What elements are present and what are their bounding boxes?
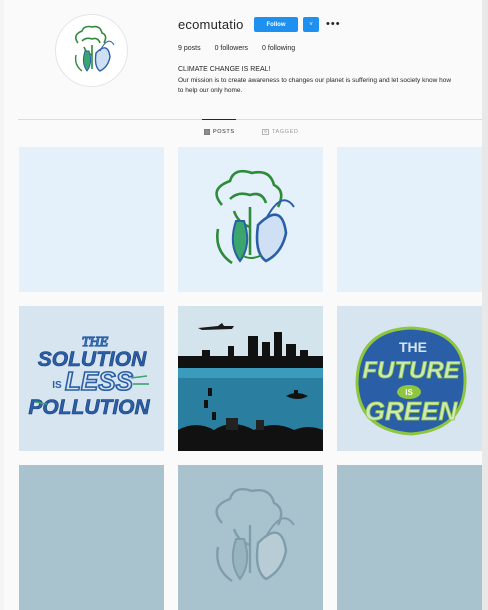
post-7[interactable] — [19, 465, 164, 610]
grid-icon — [204, 129, 210, 135]
poster-word: IS — [52, 380, 62, 391]
post-8[interactable] — [178, 465, 323, 610]
poster-word: GREEN — [365, 396, 459, 426]
bio-text: Our mission is to create awareness to ch… — [178, 77, 452, 94]
ecomutatio-logo-icon — [215, 169, 295, 265]
poster-word: POLLUTION — [28, 396, 150, 419]
followers-count[interactable]: 0 followers — [215, 45, 248, 52]
tag-icon — [262, 129, 269, 135]
ocean-pollution-illustration — [178, 306, 323, 451]
bio-title: CLIMATE CHANGE IS REAL! — [178, 66, 271, 73]
ecomutatio-logo-icon — [74, 25, 114, 72]
poster-word: THE — [399, 339, 427, 355]
follow-button[interactable]: Follow — [254, 17, 298, 32]
username: ecomutatio — [178, 17, 244, 32]
following-count[interactable]: 0 following — [262, 45, 295, 52]
active-tab-indicator — [202, 119, 236, 120]
posts-count: 9 posts — [178, 45, 201, 52]
poster-word: FUTURE — [362, 357, 460, 384]
tab-tagged-label: TAGGED — [272, 129, 299, 135]
tab-posts-label: POSTS — [213, 129, 235, 135]
tab-posts[interactable]: POSTS — [204, 129, 235, 135]
more-icon: ••• — [326, 18, 341, 30]
avatar[interactable] — [55, 14, 128, 87]
tabs-divider — [18, 119, 482, 120]
post-1[interactable] — [19, 147, 164, 292]
post-9[interactable] — [337, 465, 482, 610]
poster-word: LESS — [65, 366, 134, 396]
post-5[interactable] — [178, 306, 323, 451]
suggestions-dropdown-button[interactable]: ˅ — [303, 17, 319, 32]
tab-tagged[interactable]: TAGGED — [262, 129, 298, 135]
more-options-button[interactable]: ••• — [326, 18, 341, 30]
post-6[interactable]: THE FUTURE IS GREEN — [337, 306, 482, 451]
post-2[interactable] — [178, 147, 323, 292]
post-3[interactable] — [337, 147, 482, 292]
ecomutatio-logo-faded-icon — [215, 488, 295, 582]
future-green-poster: THE FUTURE IS GREEN — [355, 326, 467, 436]
post-4[interactable]: THE SOLUTION IS LESS POLLUTION — [19, 306, 164, 451]
solution-poster: THE SOLUTION IS LESS POLLUTION — [28, 334, 151, 419]
chevron-down-icon: ˅ — [309, 21, 313, 28]
scrollbar-track[interactable] — [482, 0, 488, 610]
profile-stats: 9 posts 0 followers 0 following — [178, 45, 295, 52]
